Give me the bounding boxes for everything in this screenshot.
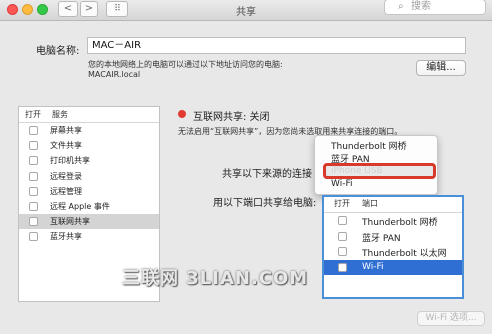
service-label: 远程登录 — [50, 171, 82, 181]
service-row-file-sharing[interactable]: 文件共享 — [19, 138, 159, 153]
status-indicator-icon — [178, 110, 186, 118]
service-row-printer-sharing[interactable]: 打印机共享 — [19, 153, 159, 168]
port-label: Thunderbolt 网桥 — [362, 218, 438, 228]
sharing-status-title: 互联网共享: 关闭 — [193, 112, 270, 123]
window-titlebar: < > ⠿ 共享 ⌕ 搜索 — [0, 0, 492, 21]
service-label: 远程 Apple 事件 — [50, 201, 110, 211]
computer-name-label: 电脑名称: — [36, 46, 80, 57]
edit-button[interactable]: 编辑... — [416, 60, 466, 76]
services-list-header: 打开 服务 — [19, 107, 159, 123]
port-row-thunderbolt-bridge[interactable]: Thunderbolt 网桥 — [324, 213, 462, 229]
highlight-annotation-box — [323, 163, 436, 179]
service-label: 蓝牙共享 — [50, 232, 82, 242]
service-checkbox[interactable] — [29, 171, 38, 181]
menu-item-wifi[interactable]: Wi-Fi — [331, 179, 352, 189]
service-checkbox[interactable] — [29, 141, 38, 151]
service-checkbox[interactable] — [29, 217, 38, 227]
service-checkbox[interactable] — [29, 232, 38, 242]
service-checkbox[interactable] — [29, 126, 38, 135]
service-label: 互联网共享 — [50, 217, 90, 227]
service-row-bluetooth-sharing[interactable]: 蓝牙共享 — [19, 229, 159, 244]
port-row-wifi[interactable]: Wi-Fi — [324, 259, 462, 275]
search-placeholder: 搜索 — [411, 1, 431, 12]
service-checkbox[interactable] — [29, 186, 38, 196]
computer-name-input[interactable]: MAC－AIR — [87, 37, 466, 54]
wifi-options-button[interactable]: Wi-Fi 选项... — [417, 311, 485, 326]
computer-address-desc: 您的本地网络上的电脑可以通过以下地址访问您的电脑: — [88, 60, 283, 69]
service-row-internet-sharing[interactable]: 互联网共享 — [19, 214, 159, 230]
menu-item-thunderbolt-bridge[interactable]: Thunderbolt 网桥 — [331, 139, 407, 152]
service-row-remote-management[interactable]: 远程管理 — [19, 184, 159, 199]
header-service: 服务 — [52, 110, 68, 119]
service-checkbox[interactable] — [29, 201, 38, 211]
port-row-thunderbolt-ethernet[interactable]: Thunderbolt 以太网 — [324, 244, 462, 260]
service-row-remote-apple-events[interactable]: 远程 Apple 事件 — [19, 199, 159, 214]
service-label: 远程管理 — [50, 186, 82, 196]
share-to-label: 用以下端口共享给电脑: — [213, 198, 317, 209]
share-from-label: 共享以下来源的连接 — [222, 169, 312, 180]
port-checkbox[interactable] — [338, 262, 347, 272]
header-on: 打开 — [25, 110, 41, 119]
service-label: 打印机共享 — [50, 156, 90, 166]
port-label: 蓝牙 PAN — [362, 233, 401, 244]
search-icon: ⌕ — [398, 1, 404, 12]
ports-list-header: 打开 端口 — [324, 197, 462, 213]
service-row-remote-login[interactable]: 远程登录 — [19, 169, 159, 184]
watermark-text: 三联网 3LIAN.COM — [122, 268, 309, 289]
port-checkbox[interactable] — [338, 231, 347, 241]
header-port: 端口 — [362, 199, 378, 208]
service-label: 文件共享 — [50, 141, 82, 151]
port-checkbox[interactable] — [338, 216, 347, 225]
port-label: Wi-Fi — [362, 261, 384, 272]
service-label: 屏幕共享 — [50, 126, 82, 135]
service-row-screen-sharing[interactable]: 屏幕共享 — [19, 123, 159, 138]
port-checkbox[interactable] — [338, 247, 347, 256]
search-field[interactable]: ⌕ 搜索 — [384, 0, 486, 15]
ports-list: 打开 端口 Thunderbolt 网桥 蓝牙 PAN Thunderbolt … — [322, 195, 464, 299]
port-row-bluetooth-pan[interactable]: 蓝牙 PAN — [324, 229, 462, 245]
service-checkbox[interactable] — [29, 156, 38, 166]
computer-address: MACAIR.local — [88, 70, 141, 79]
port-label: Thunderbolt 以太网 — [362, 249, 447, 259]
header-on: 打开 — [334, 199, 350, 208]
